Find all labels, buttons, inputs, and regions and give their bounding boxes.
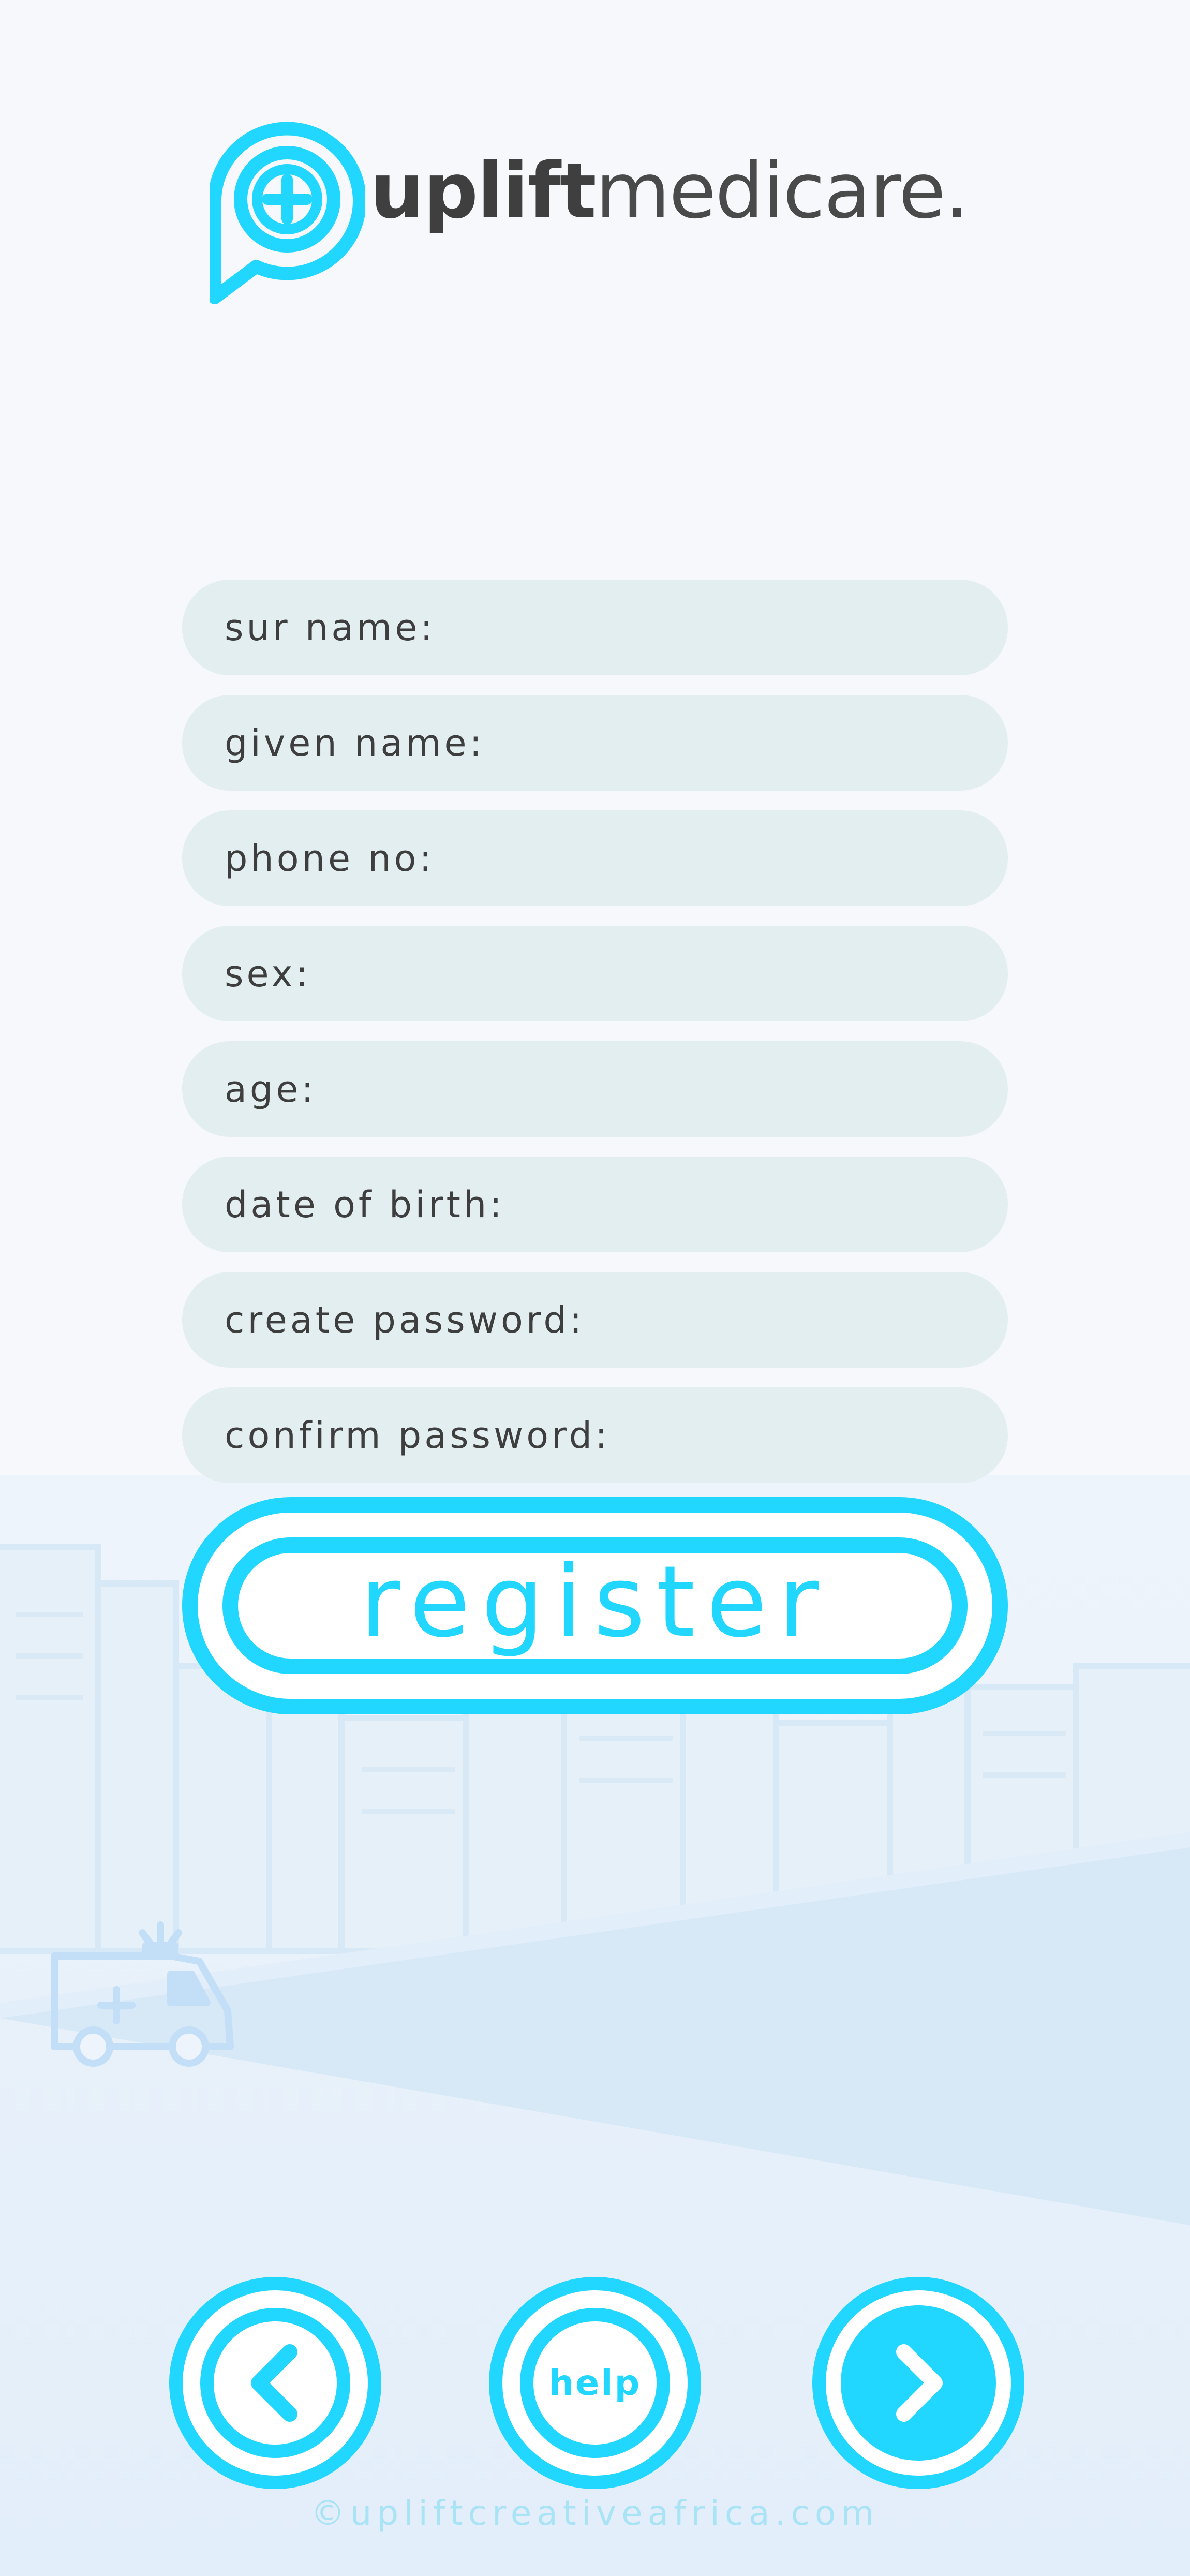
- field-label: given name:: [225, 721, 485, 764]
- create-password-field[interactable]: create password:: [182, 1272, 1008, 1368]
- field-label: sex:: [225, 952, 311, 995]
- age-field[interactable]: age:: [182, 1041, 1008, 1137]
- surname-field[interactable]: sur name:: [182, 580, 1008, 675]
- help-button[interactable]: help: [486, 2274, 704, 2492]
- back-button[interactable]: [167, 2274, 384, 2492]
- field-label: date of birth:: [225, 1183, 505, 1226]
- phone-field[interactable]: phone no:: [182, 810, 1008, 906]
- field-label: sur name:: [225, 606, 436, 649]
- brand-logo: upliftmedicare.: [210, 122, 986, 308]
- brand-name: upliftmedicare.: [370, 153, 969, 229]
- given-name-field[interactable]: given name:: [182, 695, 1008, 791]
- date-of-birth-field[interactable]: date of birth:: [182, 1157, 1008, 1252]
- brand-name-light: medicare.: [595, 146, 969, 235]
- field-label: phone no:: [225, 837, 435, 880]
- register-label: register: [360, 1545, 830, 1659]
- medical-plus-pin-icon: [210, 122, 365, 304]
- sex-field[interactable]: sex:: [182, 926, 1008, 1021]
- footer-copyright: ©upliftcreativeafrica.com: [310, 2493, 880, 2533]
- chevron-right-icon: [812, 2277, 1024, 2489]
- field-label: age:: [225, 1068, 317, 1111]
- help-label: help: [548, 2362, 642, 2404]
- register-button-inner: register: [222, 1537, 968, 1674]
- brand-name-bold: uplift: [370, 146, 597, 235]
- chevron-left-icon: [169, 2277, 381, 2489]
- field-label: confirm password:: [225, 1414, 611, 1457]
- registration-form: sur name: given name: phone no: sex: age…: [182, 580, 1008, 1503]
- confirm-password-field[interactable]: confirm password:: [182, 1387, 1008, 1483]
- next-button[interactable]: [810, 2274, 1027, 2492]
- field-label: create password:: [225, 1298, 585, 1341]
- register-button[interactable]: register: [182, 1497, 1008, 1714]
